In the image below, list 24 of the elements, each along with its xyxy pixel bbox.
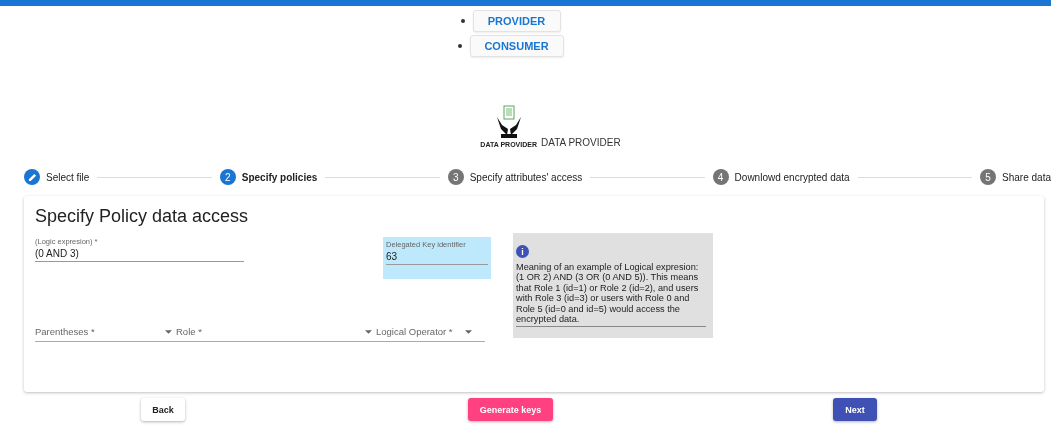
- caret-icon: [464, 329, 472, 334]
- step-label[interactable]: Specify policies: [241, 171, 318, 183]
- info-text: Meaning of an example of Logical expresion: (1 OR 2) AND (3 OR (0 AND 5)). This means that Role 1 (id=1) or Role 2 (id=2), and users with Role 3 (id=3) or users with Role 0 and Role 5 (id=0 and id=5) would access the encrypted data.: [516, 262, 706, 328]
- card-title: Specify Policy data access: [35, 206, 250, 227]
- step-label[interactable]: Select file: [46, 171, 90, 183]
- action-button[interactable]: Back: [141, 398, 185, 421]
- info-icon: i: [516, 245, 529, 258]
- action-button[interactable]: Next: [833, 398, 877, 421]
- select-field[interactable]: Parentheses *: [35, 326, 165, 341]
- step-label[interactable]: Share data: [1002, 171, 1051, 183]
- step-label[interactable]: Downlowd encrypted data: [734, 171, 850, 183]
- select-field[interactable]: Logical Operator *: [365, 326, 485, 341]
- step-number: 3: [447, 169, 464, 185]
- step-number: 2: [219, 169, 236, 185]
- select-field[interactable]: Role *: [165, 326, 365, 341]
- caret-icon: [365, 329, 372, 334]
- step-number: 5: [980, 169, 997, 185]
- page-heading: DATA PROVIDER: [541, 137, 621, 148]
- hands-document-icon: [494, 105, 523, 139]
- caret-icon: [165, 329, 172, 334]
- nav-button[interactable]: PROVIDER: [472, 10, 561, 32]
- step-label[interactable]: Specify attributes' access: [469, 171, 583, 183]
- step-number: 4: [712, 169, 729, 185]
- nav-button[interactable]: CONSUMER: [469, 35, 564, 57]
